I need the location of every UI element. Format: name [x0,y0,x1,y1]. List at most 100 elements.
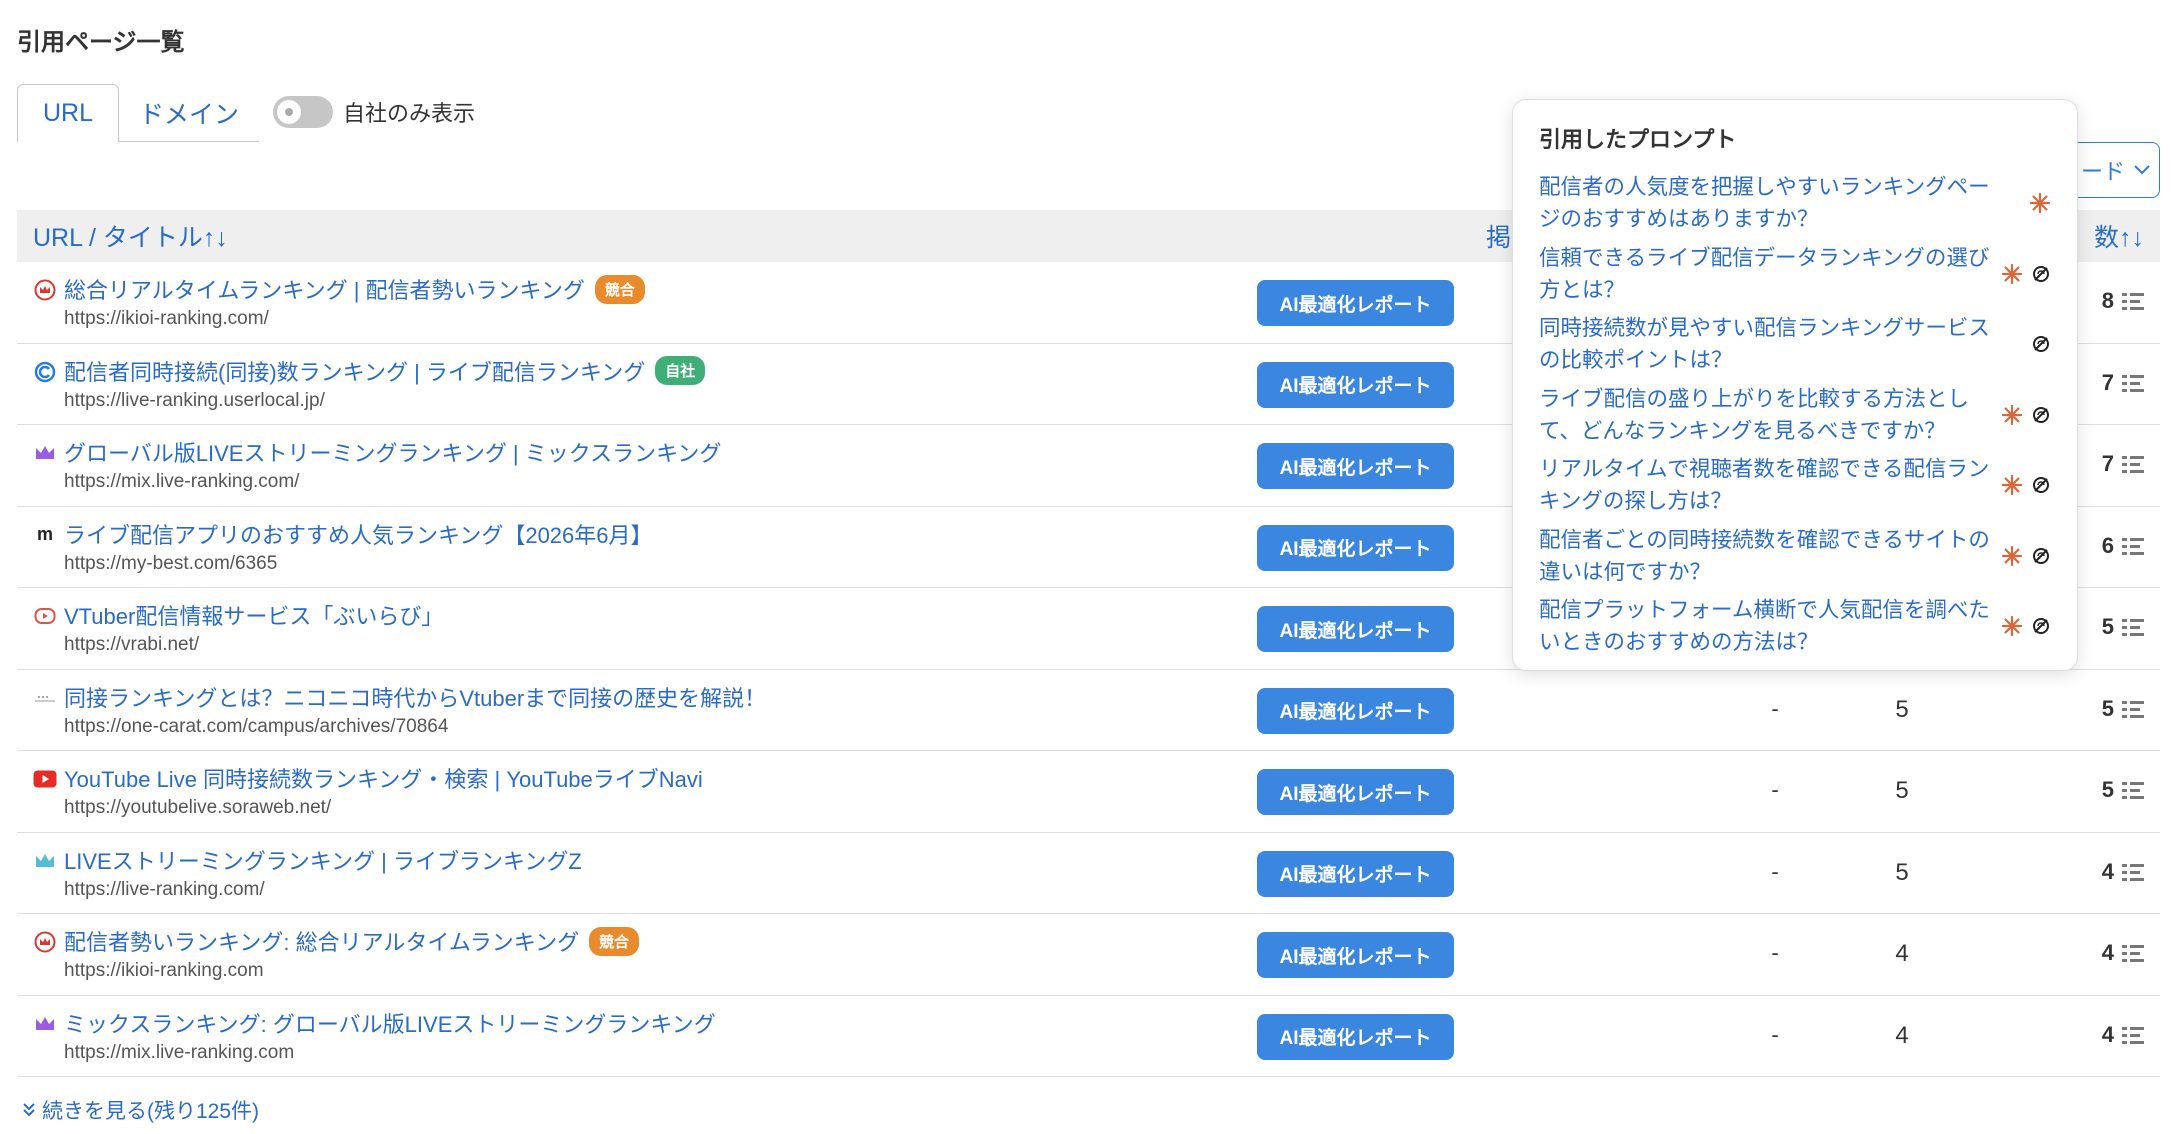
header-url-title-sort[interactable]: URL / タイトル↑↓ [33,218,228,254]
row-citation-count: 5 [2102,696,2144,722]
download-button-label: ード [2081,159,2126,184]
header-count-sort[interactable]: 数↑↓ [2094,218,2144,254]
prompt-list-icon[interactable] [2122,537,2144,555]
prompt-list-icon[interactable] [2122,781,2144,799]
row-title-link[interactable]: 同接ランキングとは？ニコニコ時代からVtuberまで同接の歴史を解説！ [64,681,766,713]
row-title-line: 配信者同時接続(同接)数ランキング | ライブ配信ランキング 自社 [64,355,706,387]
openai-icon [2033,547,2049,564]
page-title: 引用ページ一覧 [17,29,185,56]
prompt-link[interactable]: 配信者の人気度を把握しやすいランキングページのおすすめはありますか？ [1539,171,1996,235]
row-title-link[interactable]: 配信者勢いランキング: 総合リアルタイムランキング [64,925,579,957]
toggle-knob [277,100,301,124]
row-title-line: 配信者勢いランキング: 総合リアルタイムランキング 競合 [64,925,640,957]
ai-optimize-report-button[interactable]: AI最適化レポート [1257,606,1454,652]
row-listed-value: - [1771,695,1779,721]
row-citation-count: 8 [2102,288,2144,314]
prompt-link[interactable]: 配信者ごとの同時接続数を確認できるサイトの違いは何ですか？ [1539,524,1996,588]
row-mid-value: 4 [1895,1021,1909,1049]
prompt-list-icon[interactable] [2122,292,2144,310]
row-url: https://mix.live-ranking.com/ [64,471,300,492]
row-title-link[interactable]: LIVEストリーミングランキング | ライブランキングZ [64,844,582,876]
row-title-link[interactable]: ライブ配信アプリのおすすめ人気ランキング【2026年6月】 [64,518,653,550]
prompt-item: 配信者ごとの同時接続数を確認できるサイトの違いは何ですか？ [1539,521,2051,592]
youtube-icon [33,767,57,791]
crown-red-icon [33,930,57,954]
prompt-link[interactable]: ライブ配信の盛り上がりを比較する方法として、どんなランキングを見るべきですか？ [1539,383,1996,447]
row-citation-count: 4 [2102,859,2144,885]
row-mid-value: 5 [1895,858,1909,886]
citation-count-value: 4 [2101,858,2114,884]
row-listed-value: - [1771,777,1779,802]
citation-count-value: 7 [2101,369,2114,395]
prompt-engine-icons [1996,192,2051,214]
row-title-link[interactable]: 総合リアルタイムランキング | 配信者勢いランキング [64,273,585,305]
prompt-list-icon[interactable] [2122,455,2144,473]
prompt-link[interactable]: 配信プラットフォーム横断で人気配信を調べたいときのおすすめの方法は？ [1539,594,1996,658]
vrabi-icon [33,604,57,628]
prompt-item: ライブ配信の盛り上がりを比較する方法として、どんなランキングを見るべきですか？ [1539,380,2051,451]
ai-optimize-report-button[interactable]: AI最適化レポート [1257,280,1454,326]
citation-count-value: 5 [2101,695,2114,721]
prompt-list-icon[interactable] [2122,863,2144,881]
ai-optimize-report-button[interactable]: AI最適化レポート [1257,1013,1454,1060]
own-only-toggle-group: 自社のみ表示 [273,96,475,128]
ai-optimize-report-button[interactable]: AI最適化レポート [1257,850,1454,897]
prompt-list-icon[interactable] [2122,1026,2144,1044]
spark-icon [2001,545,2023,566]
header-listed[interactable]: 掲 [1486,218,1511,254]
tab-domain[interactable]: ドメイン [119,84,259,142]
citation-count-value: 6 [2101,532,2114,558]
table-row: ミックスランキング: グローバル版LIVEストリーミングランキング https:… [17,996,2160,1077]
prompt-list-icon[interactable] [2122,618,2144,636]
openai-icon [2033,406,2049,423]
prompt-list-icon[interactable] [2122,374,2144,392]
spark-icon [2001,263,2023,284]
double-chevron-down-icon [23,1103,35,1117]
row-url: https://ikioi-ranking.com/ [64,308,269,329]
own-only-toggle[interactable] [273,96,333,128]
ai-optimize-report-button[interactable]: AI最適化レポート [1257,769,1454,815]
row-title-link[interactable]: YouTube Live 同時接続数ランキング・検索 | YouTubeライブN… [64,762,703,794]
table-row: 配信者勢いランキング: 総合リアルタイムランキング 競合 https://iki… [17,914,2160,996]
row-mid-value: 4 [1895,940,1909,967]
citation-count-value: 7 [2101,451,2114,476]
ai-optimize-report-button[interactable]: AI最適化レポート [1257,932,1454,978]
prompt-item: 配信者の人気度を把握しやすいランキングページのおすすめはありますか？ [1539,168,2051,239]
ai-optimize-report-button[interactable]: AI最適化レポート [1257,524,1454,571]
chevron-down-icon [2134,165,2150,175]
row-mid-value: 5 [1895,777,1909,804]
prompt-engine-icons [1996,615,2051,637]
row-title-link[interactable]: ミックスランキング: グローバル版LIVEストリーミングランキング [64,1007,716,1039]
prompt-link[interactable]: リアルタイムで視聴者数を確認できる配信ランキングの探し方は？ [1539,453,1996,517]
competitor-badge: 競合 [594,274,645,304]
prompt-item: 同時接続数が見やすい配信ランキングサービスの比較ポイントは？ [1539,309,2051,380]
row-title-line: VTuber配信情報サービス「ぶいらび」 [64,599,443,631]
cited-prompts-popover: 引用したプロンプト 配信者の人気度を把握しやすいランキングページのおすすめはあり… [1512,99,2078,671]
spark-icon [2001,475,2023,496]
row-title-link[interactable]: VTuber配信情報サービス「ぶいらび」 [64,599,443,631]
row-url: https://live-ranking.com/ [64,878,265,900]
crown-purple-icon [33,1012,57,1036]
row-title-link[interactable]: 配信者同時接続(同接)数ランキング | ライブ配信ランキング [64,355,645,387]
table-row: 同接ランキングとは？ニコニコ時代からVtuberまで同接の歴史を解説！ http… [17,670,2160,751]
tab-url[interactable]: URL [17,84,119,142]
prompt-list-icon[interactable] [2122,944,2144,962]
crown-purple-icon [33,441,57,465]
crown-teal-icon [33,849,57,873]
ai-optimize-report-button[interactable]: AI最適化レポート [1257,361,1454,408]
prompt-item: リアルタイムで視聴者数を確認できる配信ランキングの探し方は？ [1539,450,2051,521]
citation-count-value: 4 [2101,940,2114,965]
ai-optimize-report-button[interactable]: AI最適化レポート [1257,687,1454,734]
openai-icon [2033,336,2049,353]
row-url: https://my-best.com/6365 [64,552,278,574]
row-title-line: 同接ランキングとは？ニコニコ時代からVtuberまで同接の歴史を解説！ [64,681,766,713]
competitor-badge: 競合 [589,926,640,956]
prompt-list-icon[interactable] [2122,700,2144,718]
ai-optimize-report-button[interactable]: AI最適化レポート [1257,443,1454,489]
row-url: https://youtubelive.soraweb.net/ [64,797,332,818]
show-more-link[interactable]: 続きを見る(残り125件) [22,1095,259,1125]
row-title-link[interactable]: グローバル版LIVEストリーミングランキング | ミックスランキング [64,436,721,468]
row-title-line: LIVEストリーミングランキング | ライブランキングZ [64,844,582,876]
prompt-link[interactable]: 同時接続数が見やすい配信ランキングサービスの比較ポイントは？ [1539,312,1996,376]
prompt-link[interactable]: 信頼できるライブ配信データランキングの選び方とは？ [1539,242,1996,306]
